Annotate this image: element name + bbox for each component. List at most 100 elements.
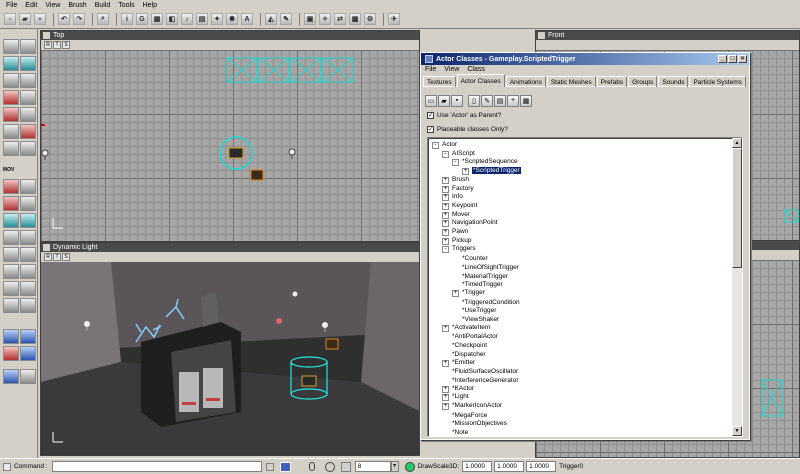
menu-view[interactable]: View bbox=[41, 2, 64, 9]
surface-properties-icon[interactable]: ◭ bbox=[265, 13, 277, 25]
class-list-icon[interactable]: ▦ bbox=[520, 94, 532, 107]
placeable-only-option[interactable]: ✓ Placeable classes Only? bbox=[427, 126, 508, 133]
save-map-icon[interactable]: ▪ bbox=[34, 13, 46, 25]
brush-clip-icon[interactable] bbox=[3, 90, 19, 105]
mesh-browser-icon[interactable]: ◧ bbox=[166, 13, 178, 25]
deintersect-brush-icon[interactable] bbox=[20, 247, 36, 262]
class-tree[interactable]: ▲ ▼ - Actor - AIScript - *ScriptedSequence + *S… bbox=[427, 137, 743, 437]
build-paths-icon[interactable]: ⇄ bbox=[334, 13, 346, 25]
add-special-icon[interactable] bbox=[3, 264, 19, 279]
log-icon[interactable] bbox=[279, 461, 291, 472]
collapse-icon[interactable]: - bbox=[432, 142, 439, 149]
cylinder-builder-icon[interactable] bbox=[20, 179, 36, 194]
texture-rotate-icon[interactable] bbox=[20, 73, 36, 88]
command-dropdown-icon[interactable] bbox=[265, 462, 274, 471]
texture-pan-icon[interactable] bbox=[3, 73, 19, 88]
tree-node[interactable]: + Mover bbox=[442, 210, 470, 219]
collapse-icon[interactable]: - bbox=[442, 246, 449, 254]
grid-snap-icon[interactable] bbox=[324, 461, 335, 472]
rotate-icon[interactable] bbox=[20, 56, 36, 71]
menu-file[interactable]: File bbox=[2, 2, 21, 9]
hide-selected-icon[interactable] bbox=[3, 298, 19, 313]
scale-z-input[interactable]: 1.0000 bbox=[526, 461, 557, 472]
top-viewport-grid[interactable] bbox=[41, 50, 419, 241]
use-actor-parent-checkbox[interactable]: ✓ bbox=[427, 112, 434, 119]
mirror-icon[interactable] bbox=[20, 369, 36, 384]
tree-node[interactable]: + *Trigger bbox=[452, 288, 485, 297]
tree-node[interactable]: *InterferenceGenerator bbox=[442, 375, 518, 384]
cube-builder-icon[interactable] bbox=[3, 141, 19, 156]
spiral-stairs-icon[interactable] bbox=[20, 196, 36, 211]
properties-icon[interactable]: ▤ bbox=[494, 94, 506, 107]
scale-y-input[interactable]: 1.0000 bbox=[494, 461, 525, 472]
dynamic-light-viewport[interactable]: Dynamic Light R T S bbox=[40, 242, 420, 456]
maximize-icon[interactable]: □ bbox=[728, 55, 737, 63]
build-geometry-icon[interactable]: ▣ bbox=[304, 13, 316, 25]
tree-node[interactable]: - *ScriptedSequence bbox=[452, 157, 518, 167]
tree-node[interactable]: *TriggeredCondition bbox=[452, 297, 520, 306]
show-all-icon[interactable] bbox=[20, 346, 36, 361]
tree-node[interactable]: + NavigationPoint bbox=[442, 218, 498, 228]
actor-classes-titlebar[interactable]: Actor Classes - Gameplay.ScriptedTrigger… bbox=[421, 53, 749, 65]
sphere-builder-icon[interactable] bbox=[3, 213, 19, 228]
add-static-mesh-icon[interactable] bbox=[20, 281, 36, 296]
open-map-icon[interactable]: ▰ bbox=[19, 13, 31, 25]
close-icon[interactable]: × bbox=[738, 55, 747, 63]
tree-node[interactable]: + *Light bbox=[442, 392, 469, 402]
3d-scene[interactable] bbox=[41, 262, 419, 455]
volumetric-builder-icon[interactable] bbox=[20, 213, 36, 228]
lock-selection-icon[interactable] bbox=[308, 462, 315, 471]
face-drag-icon[interactable] bbox=[3, 107, 19, 122]
tree-node[interactable]: + *MarkerIconActor bbox=[442, 401, 502, 410]
tree-node[interactable]: + Pickup bbox=[442, 236, 472, 245]
use-actor-parent-option[interactable]: ✓ Use 'Actor' as Parent? bbox=[427, 112, 501, 119]
actor-browser-icon[interactable]: i bbox=[121, 13, 133, 25]
tree-node[interactable]: + Info bbox=[442, 192, 463, 202]
tree-node[interactable]: *FluidSurfaceOscillator bbox=[442, 366, 518, 375]
terrain-icon[interactable] bbox=[20, 107, 36, 122]
tab-actor-classes[interactable]: Actor Classes bbox=[456, 74, 505, 87]
scroll-down-icon[interactable]: ▼ bbox=[732, 426, 742, 436]
tree-node[interactable]: + Factory bbox=[442, 184, 474, 193]
scroll-up-icon[interactable]: ▲ bbox=[732, 138, 742, 148]
tree-node[interactable]: + *ActivateItem bbox=[442, 323, 490, 332]
build-options-icon[interactable]: ⚙ bbox=[364, 13, 376, 25]
tree-node[interactable]: + *KActor bbox=[442, 384, 474, 393]
cone-builder-icon[interactable] bbox=[3, 179, 19, 194]
add-class-icon[interactable]: + bbox=[507, 94, 519, 107]
minimize-icon[interactable]: _ bbox=[718, 55, 727, 63]
build-all-icon[interactable]: ▩ bbox=[349, 13, 361, 25]
group-browser-icon[interactable]: G bbox=[136, 13, 148, 25]
viewport-menu-icon[interactable] bbox=[538, 32, 545, 39]
select-all-icon[interactable] bbox=[20, 329, 36, 344]
camera-speed-icon[interactable] bbox=[3, 369, 19, 384]
scale-icon[interactable] bbox=[3, 56, 19, 71]
tab-sounds[interactable]: Sounds bbox=[658, 76, 689, 87]
tree-node[interactable]: *Checkpoint bbox=[442, 340, 487, 349]
actor-properties-icon[interactable]: ✎ bbox=[280, 13, 292, 25]
font-browser-icon[interactable]: A bbox=[241, 13, 253, 25]
log-window-icon[interactable] bbox=[3, 462, 11, 471]
menu-build[interactable]: Build bbox=[91, 2, 115, 9]
command-input[interactable] bbox=[51, 461, 262, 472]
particle-browser-icon[interactable]: ✺ bbox=[226, 13, 238, 25]
add-volume-icon[interactable] bbox=[20, 264, 36, 279]
undo-icon[interactable]: ↶ bbox=[58, 13, 70, 25]
tree-node[interactable]: + Brush bbox=[442, 175, 469, 184]
grid-dropdown-icon[interactable]: ▼ bbox=[390, 461, 399, 472]
tree-node[interactable]: - Triggers bbox=[442, 244, 476, 254]
tab-prefabs[interactable]: Prefabs bbox=[596, 76, 628, 87]
tree-node[interactable]: + *ScriptedTrigger bbox=[462, 166, 521, 176]
animation-browser-icon[interactable]: ✦ bbox=[211, 13, 223, 25]
invert-selection-icon[interactable] bbox=[3, 346, 19, 361]
tree-scrollbar[interactable]: ▲ ▼ bbox=[732, 138, 742, 436]
scroll-thumb[interactable] bbox=[732, 148, 742, 268]
save-icon[interactable]: ▪ bbox=[451, 94, 463, 107]
tree-node[interactable]: *LineOfSightTrigger bbox=[452, 262, 519, 271]
texture-browser-icon[interactable]: ▦ bbox=[151, 13, 163, 25]
open-folder-icon[interactable]: ▰ bbox=[438, 94, 450, 107]
tree-node[interactable]: *Counter bbox=[452, 253, 488, 262]
side-view-toggle[interactable]: S bbox=[62, 253, 70, 261]
stairs-builder-icon[interactable] bbox=[3, 196, 19, 211]
edit-script-icon[interactable]: ✎ bbox=[481, 94, 493, 107]
